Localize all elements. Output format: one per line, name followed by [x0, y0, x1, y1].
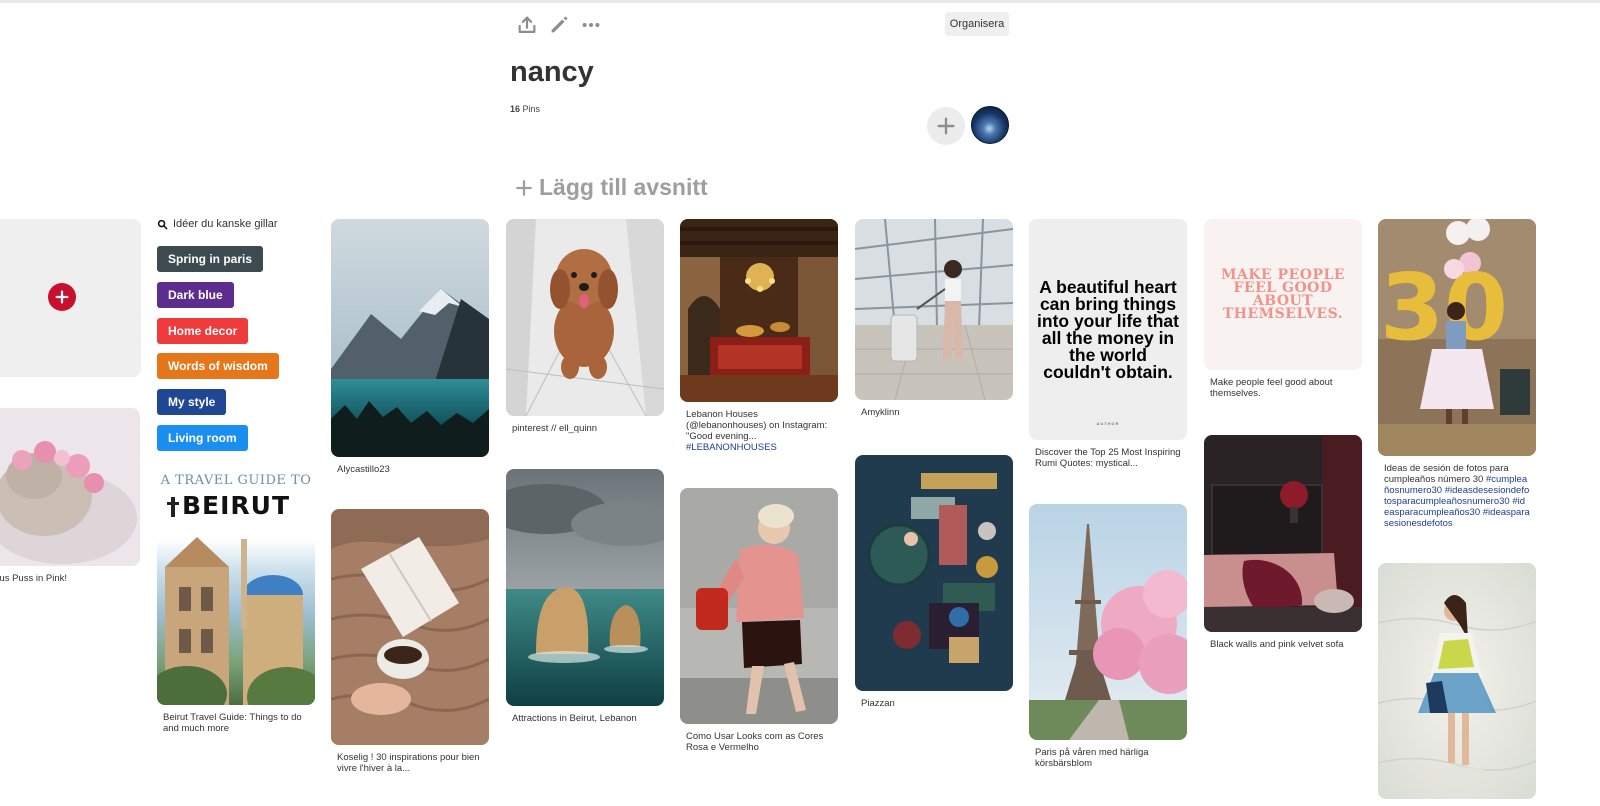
board-title: nancy — [510, 56, 594, 88]
more-options-icon[interactable] — [580, 14, 602, 36]
pin-image: A TRAVEL GUIDE TO BEIRUT — [157, 469, 315, 705]
pin-image — [680, 488, 838, 724]
ideas-header-label: Idéer du kanske gillar — [173, 218, 278, 230]
add-section-label: Lägg till avsnitt — [539, 174, 708, 200]
pin-attractions-in-beirut[interactable]: Attractions in Beirut, Lebanon — [506, 469, 664, 724]
create-pin-tile[interactable] — [0, 219, 141, 377]
quote-footer: AUTHOR — [1096, 421, 1120, 426]
image-text: MAKE PEOPLE FEEL GOOD ABOUT THEMSELVES. — [1204, 219, 1362, 370]
pin-image: A beautiful heart can bring things into … — [1029, 219, 1187, 440]
pin-black-walls-pink-sofa[interactable]: Black walls and pink velvet sofa — [1204, 435, 1362, 650]
pin-ideas-sesion-fotos[interactable]: 30 Ideas de sesión de fotos para cumplea… — [1378, 219, 1536, 529]
organise-button[interactable]: Organisera — [945, 12, 1009, 36]
pin-caption: Attractions in Beirut, Lebanon — [512, 713, 637, 724]
idea-dark-blue[interactable]: Dark blue — [157, 282, 234, 308]
pin-caption: Como Usar Looks com as Cores Rosa e Verm… — [686, 731, 824, 753]
pin-alycastillo23[interactable]: Alycastillo23 — [331, 219, 489, 475]
pin-caption: Alycastillo23 — [337, 464, 390, 475]
pin-pinterest-ell-quinn[interactable]: pinterest // ell_quinn — [506, 219, 664, 434]
pin-koselig[interactable]: Koselig ! 30 inspirations pour bien vivr… — [331, 509, 489, 774]
pin-paris-pa-varen[interactable]: Paris på våren med härliga körsbärsblom — [1029, 504, 1187, 769]
pin-rumi-quotes[interactable]: A beautiful heart can bring things into … — [1029, 219, 1187, 469]
pin-image — [506, 469, 664, 706]
idea-home-decor[interactable]: Home decor — [157, 318, 249, 344]
pin-como-usar-looks[interactable]: Como Usar Looks com as Cores Rosa e Verm… — [680, 488, 838, 753]
edit-pencil-icon[interactable] — [548, 14, 570, 36]
search-icon — [157, 219, 168, 229]
pin-caption: ecious Puss in Pink! — [0, 573, 68, 584]
ideas-header: Idéer du kanske gillar — [157, 218, 278, 230]
pin-image — [506, 219, 664, 416]
add-section-button[interactable]: Lägg till avsnitt — [515, 174, 708, 201]
pin-image — [680, 219, 838, 402]
pin-caption: Lebanon Houses (@lebanonhouses) on Insta… — [686, 409, 832, 453]
pin-count-label: Pins — [522, 104, 541, 114]
pin-amyklinn[interactable]: Amyklinn — [855, 219, 1013, 418]
pin-hashtag[interactable]: #LEBANONHOUSES — [686, 442, 777, 453]
pin-puss-in-pink[interactable]: ecious Puss in Pink! — [0, 408, 140, 584]
top-divider — [0, 0, 1600, 3]
pin-caption: pinterest // ell_quinn — [512, 423, 598, 434]
idea-my-style[interactable]: My style — [157, 389, 227, 415]
pin-image — [855, 455, 1013, 691]
pin-image — [1204, 435, 1362, 632]
pin-image: MAKE PEOPLE FEEL GOOD ABOUT THEMSELVES. — [1204, 219, 1362, 370]
pin-image — [1029, 504, 1187, 740]
quote-text: A beautiful heart can bring things into … — [1037, 276, 1179, 382]
idea-spring-in-paris[interactable]: Spring in paris — [157, 246, 264, 272]
pin-caption: Amyklinn — [861, 407, 900, 418]
overlay-text-top: A TRAVEL GUIDE TO — [160, 473, 312, 488]
pin-caption: Ideas de sesión de fotos para cumpleaños… — [1384, 463, 1530, 529]
pin-caption: Paris på våren med härliga körsbärsblom — [1035, 747, 1149, 769]
idea-words-of-wisdom[interactable]: Words of wisdom — [157, 353, 279, 379]
pin-lebanon-houses[interactable]: Lebanon Houses (@lebanonhouses) on Insta… — [680, 219, 838, 453]
pin-caption: Koselig ! 30 inspirations pour bien vivr… — [337, 752, 480, 774]
balloon-number: 30 — [1380, 254, 1508, 361]
pin-image — [1378, 563, 1536, 799]
pin-caption: Make people feel good about themselves. — [1210, 377, 1333, 399]
plus-icon — [937, 117, 955, 135]
pin-image — [855, 219, 1013, 400]
pin-image — [331, 219, 489, 457]
pin-caption: Piazzan — [861, 698, 895, 709]
pin-image — [0, 408, 140, 566]
pin-image: 30 — [1378, 219, 1536, 456]
pin-make-people-feel-good[interactable]: MAKE PEOPLE FEEL GOOD ABOUT THEMSELVES. … — [1204, 219, 1362, 399]
pin-count: 16 Pins — [510, 104, 540, 114]
pin-count-number: 16 — [510, 104, 521, 114]
pin-piazzan[interactable]: Piazzan — [855, 455, 1013, 709]
add-collaborator-button[interactable] — [927, 107, 965, 145]
pin-caption: Beirut Travel Guide: Things to do and mu… — [163, 712, 302, 734]
pin-caption: Discover the Top 25 Most Inspiring Rumi … — [1035, 447, 1181, 469]
idea-living-room[interactable]: Living room — [157, 425, 248, 451]
share-icon[interactable] — [516, 14, 538, 36]
pin-beach-outfit[interactable] — [1378, 563, 1536, 799]
create-plus-icon — [48, 283, 76, 311]
plus-icon — [516, 179, 532, 196]
pin-caption: Black walls and pink velvet sofa — [1210, 639, 1344, 650]
owner-avatar[interactable] — [971, 106, 1009, 144]
pin-caption-text: Lebanon Houses (@lebanonhouses) on Insta… — [686, 409, 828, 442]
pin-beirut-travel-guide[interactable]: A TRAVEL GUIDE TO BEIRUT Beirut Travel G… — [157, 469, 315, 734]
overlay-text-big: BEIRUT — [181, 491, 291, 520]
pin-image — [331, 509, 489, 745]
